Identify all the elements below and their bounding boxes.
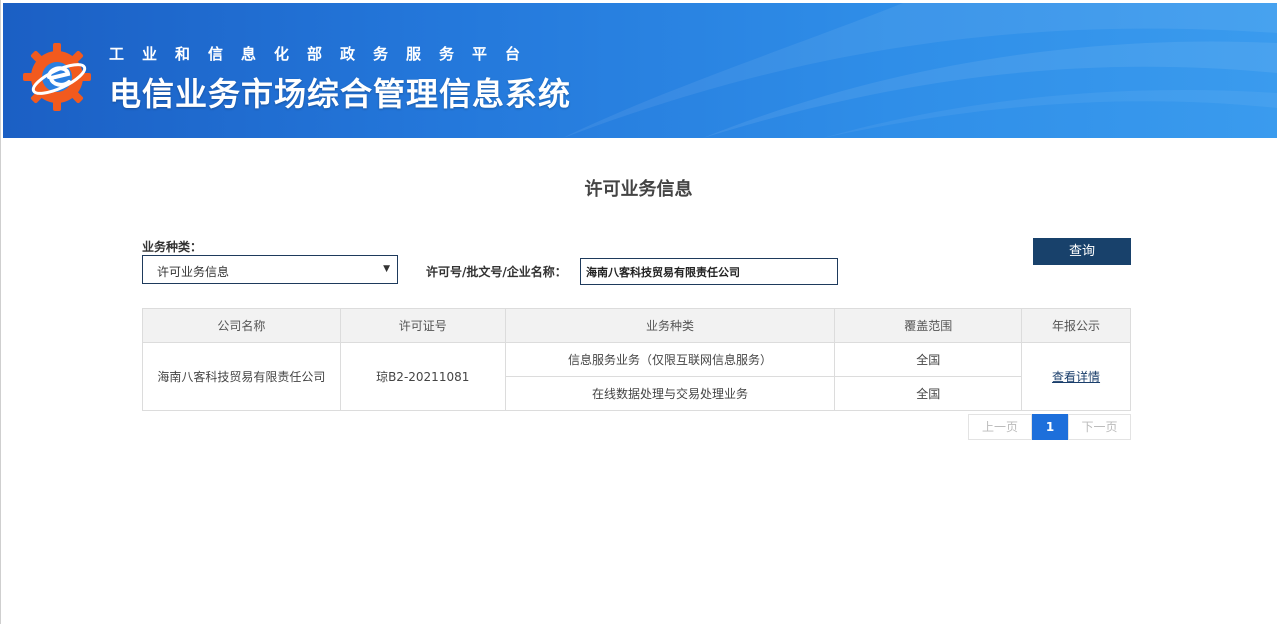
header-license: 许可证号 — [339, 308, 506, 343]
header-company: 公司名称 — [142, 308, 341, 343]
header-business-type: 业务种类 — [504, 308, 836, 343]
current-page-button[interactable]: 1 — [1032, 414, 1068, 440]
annual-report-cell: 查看详情 — [1021, 342, 1131, 411]
results-table: 公司名称 许可证号 业务种类 覆盖范围 年报公示 海南八客科技贸易有限责任公司 … — [142, 308, 1131, 411]
business-type-cell: 在线数据处理与交易处理业务 — [504, 376, 836, 411]
business-type-label: 业务种类： — [142, 240, 203, 254]
search-label: 许可号/批文号/企业名称： — [426, 265, 567, 279]
header-annual-report: 年报公示 — [1021, 308, 1131, 343]
header-title: 电信业务市场综合管理信息系统 — [109, 75, 572, 113]
prev-page-button[interactable]: 上一页 — [968, 414, 1032, 440]
company-name-cell: 海南八客科技贸易有限责任公司 — [142, 342, 341, 411]
business-type-cell: 信息服务业务（仅限互联网信息服务） — [504, 342, 836, 377]
coverage-cell: 全国 — [834, 342, 1023, 377]
search-input[interactable] — [580, 258, 838, 285]
business-type-select[interactable]: 许可业务信息 ▼ — [142, 255, 398, 284]
table-row: 海南八客科技贸易有限责任公司 琼B2-20211081 信息服务业务（仅限互联网… — [142, 342, 1131, 411]
header-coverage: 覆盖范围 — [834, 308, 1023, 343]
gear-logo-icon — [21, 41, 93, 113]
window-edge — [0, 0, 1, 624]
page-title: 许可业务信息 — [584, 179, 693, 200]
business-type-selected: 许可业务信息 — [157, 265, 230, 279]
query-button[interactable]: 查询 — [1033, 238, 1131, 265]
coverage-cell: 全国 — [834, 376, 1023, 411]
header-banner: 工业和信息化部政务服务平台 电信业务市场综合管理信息系统 — [3, 3, 1277, 138]
license-number-cell: 琼B2-20211081 — [339, 342, 506, 411]
next-page-button[interactable]: 下一页 — [1068, 414, 1131, 440]
view-details-link[interactable]: 查看详情 — [1052, 370, 1100, 384]
table-header-row: 公司名称 许可证号 业务种类 覆盖范围 年报公示 — [142, 308, 1131, 343]
header-subtitle: 工业和信息化部政务服务平台 — [109, 45, 539, 63]
caret-down-icon: ▼ — [383, 264, 390, 274]
